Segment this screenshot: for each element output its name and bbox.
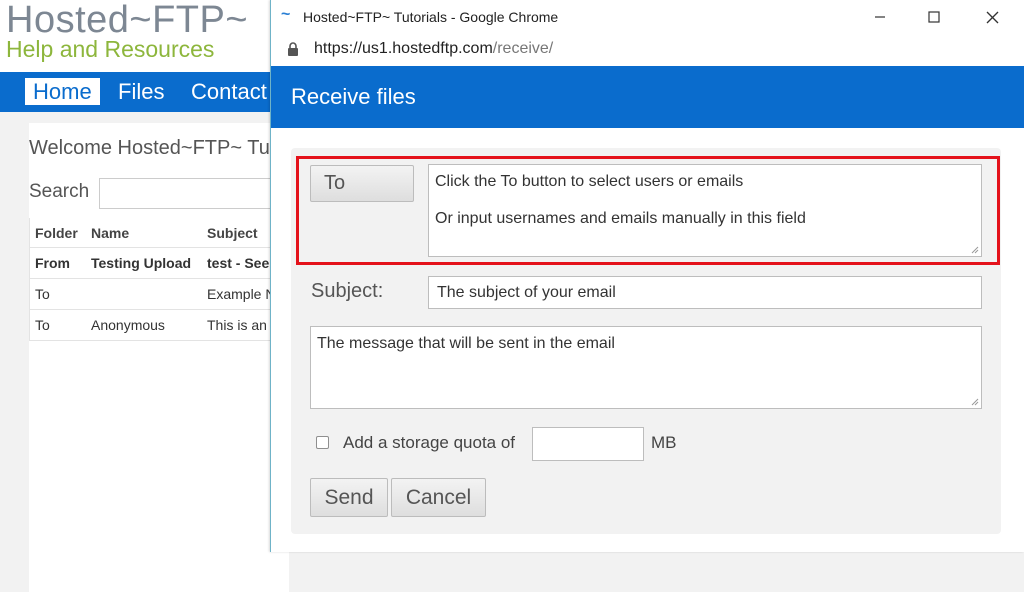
storage-quota-checkbox[interactable] bbox=[316, 436, 329, 449]
message-textarea[interactable]: The message that will be sent in the ema… bbox=[310, 326, 982, 409]
app-header: Receive files bbox=[271, 66, 1024, 128]
nav-item-home[interactable]: Home bbox=[25, 78, 100, 105]
cell-folder: To bbox=[35, 317, 50, 333]
close-icon[interactable] bbox=[969, 0, 1015, 34]
cell-subject: This is an bbox=[207, 317, 267, 333]
welcome-text: Welcome Hosted~FTP~ Tu bbox=[29, 137, 270, 159]
maximize-icon[interactable] bbox=[911, 0, 957, 34]
subject-label: Subject: bbox=[311, 280, 384, 302]
site-logo[interactable]: Hosted~FTP~ Help and Resources bbox=[6, 0, 249, 62]
cell-folder: From bbox=[35, 255, 70, 271]
window-titlebar[interactable]: ~ Hosted~FTP~ Tutorials - Google Chrome bbox=[271, 0, 1024, 34]
cell-name: Anonymous bbox=[91, 317, 165, 333]
search-input[interactable] bbox=[99, 178, 289, 209]
logo-subtitle: Help and Resources bbox=[6, 36, 215, 62]
header-name[interactable]: Name bbox=[91, 218, 129, 248]
logo-title: Hosted~FTP~ bbox=[6, 0, 249, 41]
table-row[interactable]: To Example N bbox=[29, 279, 289, 310]
message-placeholder: The message that will be sent in the ema… bbox=[317, 335, 615, 352]
url-text[interactable]: https://us1.hostedftp.com/receive/ bbox=[314, 40, 553, 58]
window-title: Hosted~FTP~ Tutorials - Google Chrome bbox=[303, 9, 559, 25]
storage-quota-input[interactable] bbox=[532, 427, 644, 461]
send-button[interactable]: Send bbox=[310, 478, 388, 517]
storage-quota-label: Add a storage quota of bbox=[343, 433, 516, 452]
lock-icon bbox=[287, 42, 299, 56]
header-folder[interactable]: Folder bbox=[35, 218, 78, 248]
cell-subject: test - See bbox=[207, 255, 270, 271]
minimize-icon[interactable] bbox=[857, 0, 903, 34]
table-row[interactable]: From Testing Upload test - See bbox=[29, 248, 289, 279]
search-label: Search bbox=[29, 181, 90, 202]
table-row[interactable]: To Anonymous This is an bbox=[29, 310, 289, 341]
storage-quota-unit: MB bbox=[651, 433, 677, 452]
to-hint-line-2: Or input usernames and emails manually i… bbox=[435, 210, 806, 227]
cell-folder: To bbox=[35, 286, 50, 302]
to-button[interactable]: To bbox=[310, 165, 414, 202]
header-subject[interactable]: Subject bbox=[207, 218, 258, 248]
subject-input[interactable]: The subject of your email bbox=[428, 276, 982, 309]
cell-subject: Example N bbox=[207, 286, 276, 302]
page-title: Receive files bbox=[291, 84, 416, 109]
cancel-button[interactable]: Cancel bbox=[391, 478, 486, 517]
url-path: /receive/ bbox=[492, 40, 554, 57]
nav-item-files[interactable]: Files bbox=[110, 78, 172, 105]
url-base: https://us1.hostedftp.com bbox=[314, 40, 493, 57]
hosted-ftp-favicon-icon: ~ bbox=[281, 6, 291, 23]
recipients-textarea[interactable]: Click the To button to select users or e… bbox=[428, 164, 982, 257]
table-header-row: Folder Name Subject bbox=[29, 218, 289, 248]
address-bar[interactable]: https://us1.hostedftp.com/receive/ bbox=[271, 34, 1024, 66]
cell-name: Testing Upload bbox=[91, 255, 192, 271]
to-hint-line-1: Click the To button to select users or e… bbox=[435, 173, 744, 190]
resize-grip-icon[interactable] bbox=[971, 246, 979, 254]
files-table: Folder Name Subject From Testing Upload … bbox=[29, 218, 289, 341]
resize-grip-icon[interactable] bbox=[971, 398, 979, 406]
nav-item-contact[interactable]: Contact bbox=[183, 78, 275, 105]
